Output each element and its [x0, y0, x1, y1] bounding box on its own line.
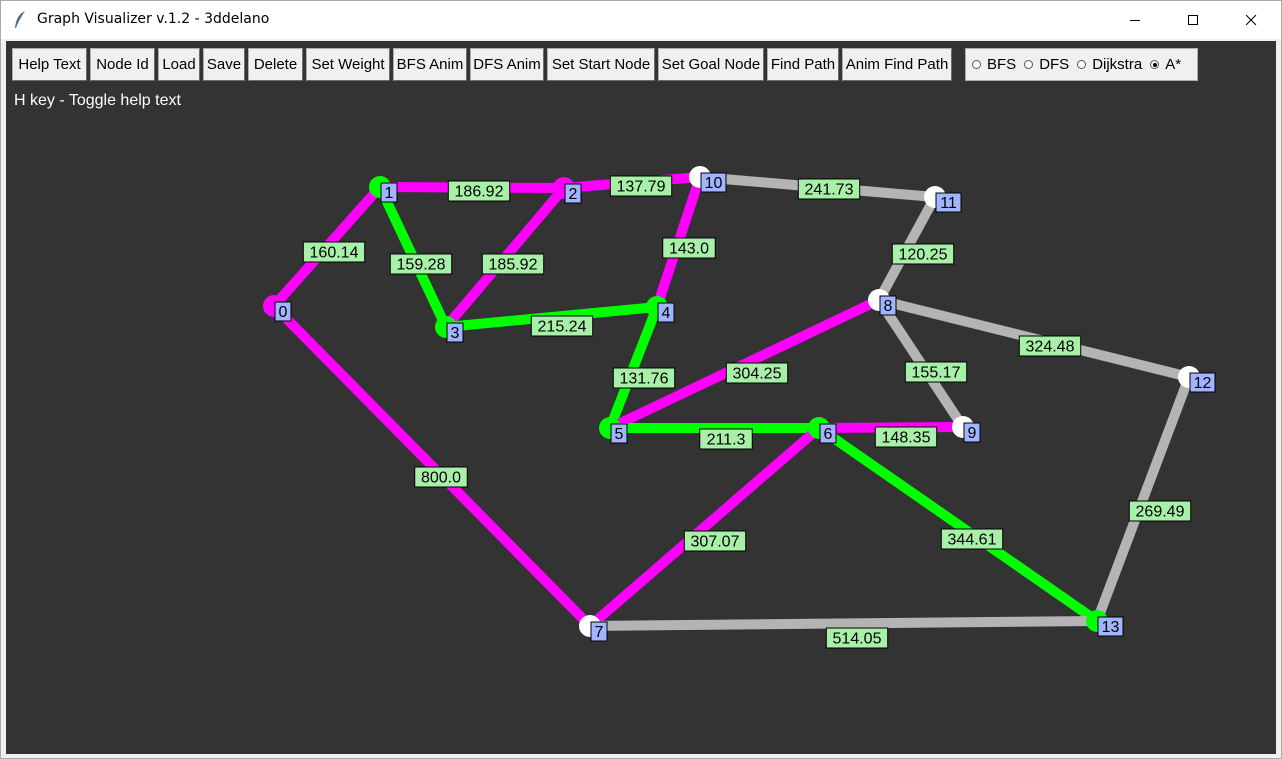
radio-label: DFS — [1039, 56, 1070, 73]
set-weight-button[interactable]: Set Weight — [306, 48, 390, 81]
radio-dijkstra[interactable]: Dijkstra — [1077, 56, 1142, 73]
set-goal-node-button[interactable]: Set Goal Node — [658, 48, 764, 81]
app-window: Graph Visualizer v.1.2 - 3ddelano — [0, 0, 1282, 759]
radio-indicator — [1024, 60, 1034, 69]
algorithm-radio-group: BFS DFS Dijkstra A* — [965, 48, 1198, 81]
radio-indicator — [972, 60, 981, 69]
bfs-anim-button[interactable]: BFS Anim — [393, 48, 467, 81]
minimize-button[interactable] — [1105, 1, 1165, 39]
window-title: Graph Visualizer v.1.2 - 3ddelano — [37, 11, 270, 27]
save-button[interactable]: Save — [203, 48, 245, 81]
radio-label: Dijkstra — [1092, 56, 1143, 73]
delete-button[interactable]: Delete — [248, 48, 303, 81]
find-path-button[interactable]: Find Path — [767, 48, 839, 81]
close-button[interactable] — [1221, 1, 1281, 39]
close-icon — [1245, 14, 1257, 26]
radio-label: BFS — [987, 56, 1017, 73]
help-text-button[interactable]: Help Text — [12, 48, 87, 81]
anim-find-path-button[interactable]: Anim Find Path — [842, 48, 952, 81]
help-text: H key - Toggle help text — [14, 92, 181, 109]
maximize-icon — [1188, 15, 1198, 25]
minimize-icon — [1130, 20, 1140, 21]
node-id-button[interactable]: Node Id — [90, 48, 155, 81]
radio-astar[interactable]: A* — [1150, 56, 1181, 73]
radio-indicator-selected — [1150, 60, 1160, 69]
feather-icon — [15, 11, 25, 28]
dfs-anim-button[interactable]: DFS Anim — [470, 48, 544, 81]
load-button[interactable]: Load — [158, 48, 200, 81]
maximize-button[interactable] — [1163, 1, 1223, 39]
radio-label: A* — [1165, 56, 1182, 73]
radio-indicator — [1077, 60, 1087, 69]
radio-dfs[interactable]: DFS — [1024, 56, 1069, 73]
graph-canvas[interactable] — [6, 41, 1276, 754]
radio-bfs[interactable]: BFS — [972, 56, 1016, 73]
title-bar[interactable]: Graph Visualizer v.1.2 - 3ddelano — [1, 1, 1281, 39]
toolbar: Help Text Node Id Load Save Delete Set W… — [12, 48, 952, 81]
set-start-node-button[interactable]: Set Start Node — [547, 48, 655, 81]
